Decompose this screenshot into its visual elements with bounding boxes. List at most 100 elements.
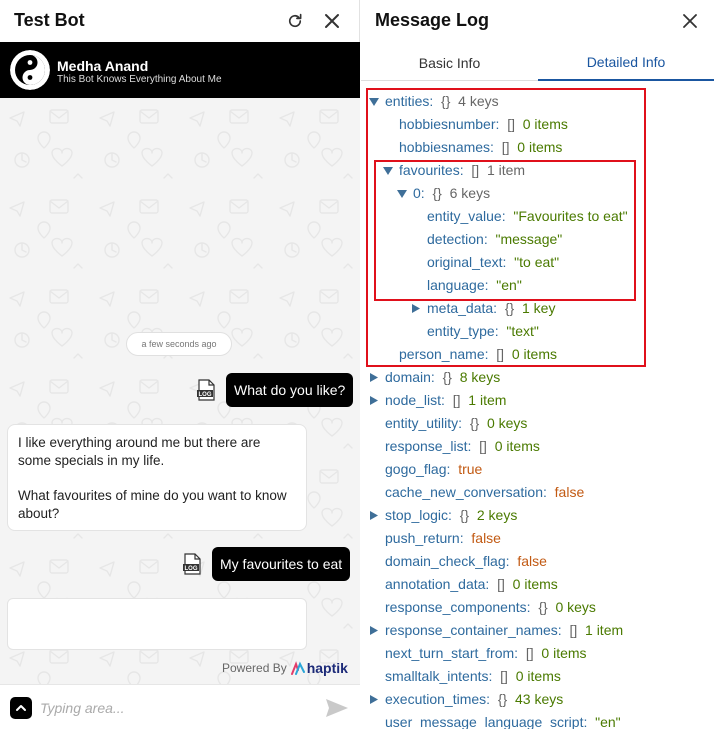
json-tree-row[interactable]: entities: {} 4 keys	[369, 90, 499, 113]
refresh-icon	[288, 13, 302, 28]
json-key: response_list:	[385, 438, 472, 454]
json-tree-row[interactable]: favourites: [] 1 item	[383, 159, 525, 182]
json-key: domain:	[385, 369, 435, 385]
json-tree-row[interactable]: response_components: {} 0 keys	[385, 596, 596, 619]
json-tree-row[interactable]: entity_type: "text"	[427, 320, 539, 343]
quick-reply-box[interactable]	[7, 598, 307, 650]
close-icon	[325, 14, 339, 28]
log-icon[interactable]: LOG	[181, 553, 203, 575]
json-count: 1 key	[521, 300, 556, 316]
json-type: []	[507, 116, 515, 132]
tab-detailed-info[interactable]: Detailed Info	[538, 45, 714, 81]
json-type: {}	[459, 507, 470, 523]
json-tree-row[interactable]: domain: {} 8 keys	[370, 366, 500, 389]
caret-down-icon[interactable]	[397, 182, 407, 205]
json-tree-row[interactable]: entity_utility: {} 0 keys	[385, 412, 527, 435]
json-key: response_container_names:	[385, 622, 562, 638]
json-tree-row[interactable]: domain_check_flag: false	[385, 550, 547, 573]
powered-by-label: Powered By	[222, 661, 287, 675]
json-tree-row[interactable]: 0: {} 6 keys	[397, 182, 491, 205]
caret-right-icon[interactable]	[369, 619, 379, 642]
json-string-value: "en"	[496, 277, 522, 293]
bot-message-line: What favourites of mine do you want to k…	[18, 488, 287, 521]
json-tree-row[interactable]: person_name: [] 0 items	[399, 343, 557, 366]
json-type: {}	[469, 415, 480, 431]
profile-subtitle: This Bot Knows Everything About Me	[57, 74, 222, 85]
json-key: gogo_flag:	[385, 461, 451, 477]
json-tree-row[interactable]: stop_logic: {} 2 keys	[370, 504, 518, 527]
json-tree-row[interactable]: gogo_flag: true	[385, 458, 482, 481]
caret-down-icon[interactable]	[369, 90, 379, 113]
json-count: 43 keys	[514, 691, 564, 707]
caret-right-icon[interactable]	[411, 297, 421, 320]
json-string-value: "text"	[506, 323, 539, 339]
json-type: []	[569, 622, 578, 638]
json-tree-row[interactable]: push_return: false	[385, 527, 501, 550]
user-message: My favourites to eat	[212, 547, 351, 581]
json-tree-row[interactable]: execution_times: {} 43 keys	[370, 688, 564, 711]
yin-yang-icon	[10, 50, 50, 90]
close-log-button[interactable]	[679, 10, 701, 32]
haptik-logo-icon	[290, 661, 305, 675]
json-tree-row[interactable]: hobbiesnames: [] 0 items	[399, 136, 562, 159]
svg-text:LOG: LOG	[199, 392, 212, 398]
json-type: {}	[538, 599, 548, 615]
chevron-up-icon	[16, 705, 26, 711]
json-tree-row[interactable]: user_message_language_script: "en"	[385, 711, 621, 729]
caret-down-icon[interactable]	[383, 159, 393, 182]
json-type: []	[500, 668, 508, 684]
json-string-value: "to eat"	[514, 254, 560, 270]
json-type: []	[479, 438, 487, 454]
caret-right-icon[interactable]	[369, 389, 379, 412]
json-tree-row[interactable]: next_turn_start_from: [] 0 items	[385, 642, 587, 665]
json-count: 1 item	[468, 392, 507, 408]
json-count: 0 keys	[555, 599, 596, 615]
json-tree-row[interactable]: response_container_names: [] 1 item	[370, 619, 624, 642]
json-tree-row[interactable]: meta_data: {} 1 key	[412, 297, 556, 320]
json-key: entity_type:	[427, 323, 499, 339]
composer	[0, 684, 360, 729]
json-tree-row[interactable]: cache_new_conversation: false	[385, 481, 584, 504]
json-type: {}	[441, 93, 451, 109]
json-key: meta_data:	[427, 300, 498, 316]
json-tree-row[interactable]: annotation_data: [] 0 items	[385, 573, 558, 596]
json-bool-value: false	[471, 530, 501, 546]
message-log-panel: Message Log Basic Info Detailed Info ent…	[361, 0, 714, 729]
caret-right-icon[interactable]	[369, 688, 379, 711]
json-tree-row[interactable]: response_list: [] 0 items	[385, 435, 540, 458]
json-count: 1 item	[585, 622, 624, 638]
json-key: annotation_data:	[385, 576, 490, 592]
json-count: 0 items	[515, 668, 561, 684]
chat-area: a few seconds ago LOG What do you like? …	[0, 98, 360, 684]
json-tree-row[interactable]: smalltalk_intents: [] 0 items	[385, 665, 561, 688]
json-tree-row[interactable]: language: "en"	[427, 274, 522, 297]
json-tree-row[interactable]: hobbiesnumber: [] 0 items	[399, 113, 568, 136]
bot-title: Test Bot	[14, 10, 85, 30]
caret-right-icon[interactable]	[369, 504, 379, 527]
json-count: 2 keys	[476, 507, 518, 523]
json-count: 0 items	[522, 116, 568, 132]
json-tree-row[interactable]: node_list: [] 1 item	[370, 389, 507, 412]
log-icon[interactable]: LOG	[195, 379, 217, 401]
menu-button[interactable]	[10, 697, 32, 719]
caret-right-icon[interactable]	[369, 366, 379, 389]
json-count: 6 keys	[449, 185, 491, 201]
message-input[interactable]	[40, 697, 310, 719]
bot-profile-bar: Medha Anand This Bot Knows Everything Ab…	[0, 42, 360, 98]
json-count: 0 items	[511, 346, 557, 362]
json-key: language:	[427, 277, 489, 293]
json-tree-row[interactable]: entity_value: "Favourites to eat"	[427, 205, 628, 228]
json-tree-row[interactable]: original_text: "to eat"	[427, 251, 559, 274]
json-key: stop_logic:	[385, 507, 452, 523]
json-type: {}	[432, 185, 442, 201]
json-count: 0 items	[517, 139, 563, 155]
refresh-button[interactable]	[283, 9, 307, 33]
json-string-value: "message"	[495, 231, 563, 247]
bot-message: I like everything around me but there ar…	[7, 424, 307, 531]
json-tree-row[interactable]: detection: "message"	[427, 228, 562, 251]
send-button[interactable]	[324, 697, 350, 719]
close-bot-button[interactable]	[320, 9, 344, 33]
tab-basic-info[interactable]: Basic Info	[361, 45, 538, 81]
json-count: 0 items	[494, 438, 540, 454]
json-type: []	[497, 576, 505, 592]
